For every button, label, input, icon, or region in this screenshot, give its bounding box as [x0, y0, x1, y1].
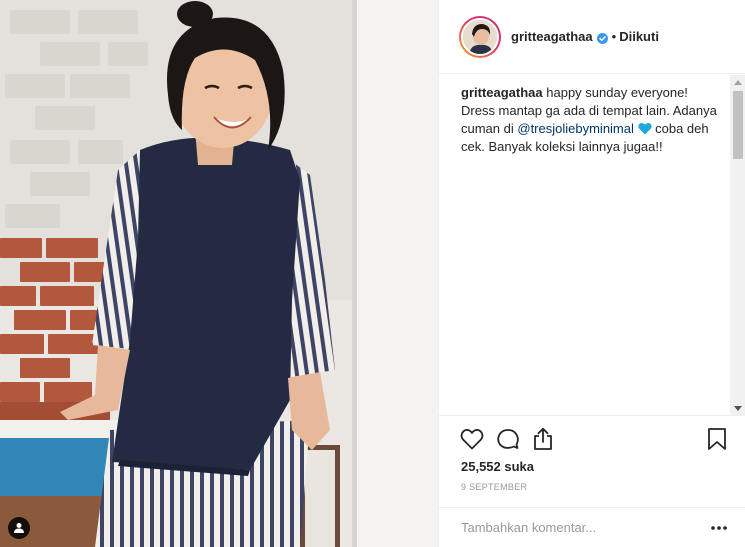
post-caption: gritteagathaa happy sunday everyone! Dre…	[461, 84, 723, 156]
comments-section[interactable]: gritteagathaa happy sunday everyone! Dre…	[439, 75, 745, 415]
follow-button[interactable]: Diikuti	[619, 29, 659, 44]
add-comment-bar	[439, 507, 745, 547]
post-photo[interactable]	[0, 0, 438, 547]
post-actions: 25,552 suka 9 SEPTEMBER	[439, 415, 745, 507]
caption-username[interactable]: gritteagathaa	[461, 85, 543, 100]
scroll-up-arrow-icon[interactable]	[730, 75, 745, 89]
likes-count[interactable]: 25,552 suka	[461, 459, 534, 474]
blue-heart-emoji-icon	[637, 122, 652, 135]
comment-input[interactable]	[461, 520, 704, 535]
user-tag-icon[interactable]	[8, 517, 30, 539]
verified-badge-icon	[596, 31, 608, 44]
action-buttons-row	[457, 426, 737, 454]
more-options-icon[interactable]	[704, 518, 734, 538]
photo-illustration	[0, 0, 438, 547]
bookmark-icon[interactable]	[704, 426, 730, 452]
comments-scrollbar[interactable]	[730, 75, 745, 415]
avatar-image	[461, 17, 499, 56]
separator-dot: •	[611, 29, 617, 44]
post-header: gritteagathaa • Diikuti	[439, 0, 745, 74]
post-username[interactable]: gritteagathaa	[511, 29, 593, 44]
heart-outline-icon[interactable]	[459, 426, 485, 452]
avatar[interactable]	[459, 15, 501, 58]
post-detail-panel: gritteagathaa • Diikuti gritteagathaa ha…	[438, 0, 745, 547]
scroll-thumb[interactable]	[733, 91, 743, 159]
comment-bubble-icon[interactable]	[495, 426, 521, 452]
scroll-down-arrow-icon[interactable]	[730, 401, 745, 415]
share-upload-icon[interactable]	[530, 426, 556, 452]
caption-mention-link[interactable]: @tresjoliebyminimal	[517, 121, 634, 136]
post-date[interactable]: 9 SEPTEMBER	[461, 482, 527, 492]
